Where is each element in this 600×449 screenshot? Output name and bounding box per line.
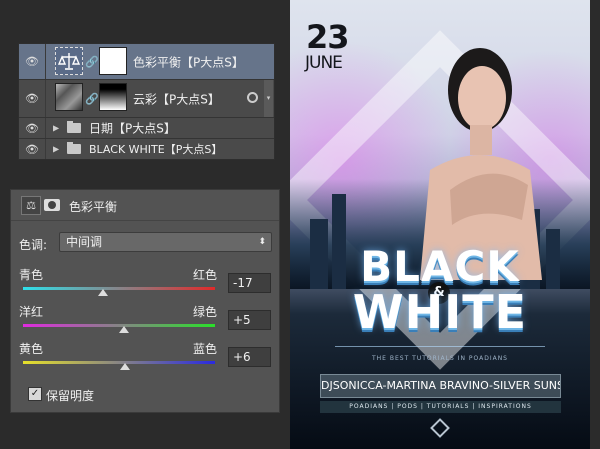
poster-tagline: THE BEST TUTORIALS IN POADIANS: [371, 355, 508, 362]
tone-select[interactable]: 中间调 ⬍: [59, 232, 272, 252]
tone-select-value: 中间调: [66, 235, 103, 249]
cyan-red-slider[interactable]: [23, 287, 215, 290]
layer-name: 色彩平衡【P大点S】: [133, 55, 244, 69]
layer-name: BLACK WHITE【P大点S】: [89, 143, 223, 156]
slider-knob[interactable]: [118, 326, 129, 333]
yellow-blue-value[interactable]: +6: [228, 347, 271, 367]
clouds-thumbnail[interactable]: [55, 83, 83, 111]
layer-group-date[interactable]: 👁 ▶ 日期【P大点S】: [19, 118, 274, 139]
visibility-eye-icon[interactable]: 👁: [19, 118, 46, 138]
cyan-red-value[interactable]: -17: [228, 273, 271, 293]
blend-options-icon[interactable]: [247, 92, 258, 103]
folder-icon: [67, 121, 81, 133]
slider-right-label: 蓝色: [193, 342, 218, 356]
slider-left-label: 青色: [19, 268, 44, 282]
poster-title-bottom: WHITE: [352, 285, 528, 339]
slider-left-label: 黄色: [19, 342, 44, 356]
layer-name: 日期【P大点S】: [89, 121, 176, 136]
visibility-eye-icon[interactable]: 👁: [19, 139, 46, 159]
chain-link-icon[interactable]: 🔗: [85, 92, 99, 105]
slider-knob[interactable]: [119, 363, 130, 370]
poster-banner: DJSONICCA-MARTINA BRAVINO-SILVER SUNSET: [320, 374, 561, 398]
chain-link-icon[interactable]: 🔗: [85, 55, 99, 68]
color-balance-icon[interactable]: ⚖: [21, 196, 41, 215]
scrollbar[interactable]: ▾: [264, 80, 273, 117]
slider-right-label: 红色: [193, 268, 218, 282]
properties-header: ⚖ 色彩平衡: [11, 190, 279, 221]
slider-knob[interactable]: [97, 289, 108, 296]
preserve-luminosity-label: 保留明度: [46, 389, 95, 403]
mask-icon[interactable]: [44, 199, 60, 211]
layer-mask-thumbnail[interactable]: [99, 47, 127, 75]
poster-month: JUNE: [305, 53, 343, 73]
magenta-green-value[interactable]: +5: [228, 310, 271, 330]
model-photo: [420, 48, 542, 280]
slider-left-label: 洋红: [19, 305, 44, 319]
tone-label: 色调:: [19, 238, 48, 252]
layers-panel: 👁 🔗 色彩平衡【P大点S】 👁 🔗 云彩【P大点S】 ▾ 👁 ▶ 日期【P大点…: [18, 43, 275, 160]
expand-arrow-icon[interactable]: ▶: [53, 124, 59, 133]
visibility-eye-icon[interactable]: 👁: [19, 44, 46, 79]
layer-name: 云彩【P大点S】: [133, 92, 220, 106]
layer-color-balance[interactable]: 👁 🔗 色彩平衡【P大点S】: [19, 44, 274, 80]
folder-icon: [67, 142, 81, 154]
layer-group-black-white[interactable]: 👁 ▶ BLACK WHITE【P大点S】: [19, 139, 274, 159]
poster-subline: POADIANS | PODS | TUTORIALS | INSPIRATIO…: [320, 401, 561, 413]
slider-right-label: 绿色: [193, 305, 218, 319]
poster-day: 23: [306, 18, 350, 56]
properties-title: 色彩平衡: [69, 200, 118, 214]
chevron-updown-icon: ⬍: [258, 237, 266, 247]
layer-clouds[interactable]: 👁 🔗 云彩【P大点S】 ▾: [19, 80, 274, 118]
layer-mask-thumbnail[interactable]: [99, 83, 127, 111]
color-balance-icon: [55, 47, 83, 75]
properties-panel: ⚖ 色彩平衡 色调: 中间调 ⬍ 青色 红色 -17 洋红 绿色 +5 黄色 蓝…: [10, 189, 280, 413]
preserve-luminosity-checkbox[interactable]: ✓: [28, 387, 42, 401]
visibility-eye-icon[interactable]: 👁: [19, 80, 46, 117]
divider: [335, 346, 545, 347]
expand-arrow-icon[interactable]: ▶: [53, 145, 59, 154]
